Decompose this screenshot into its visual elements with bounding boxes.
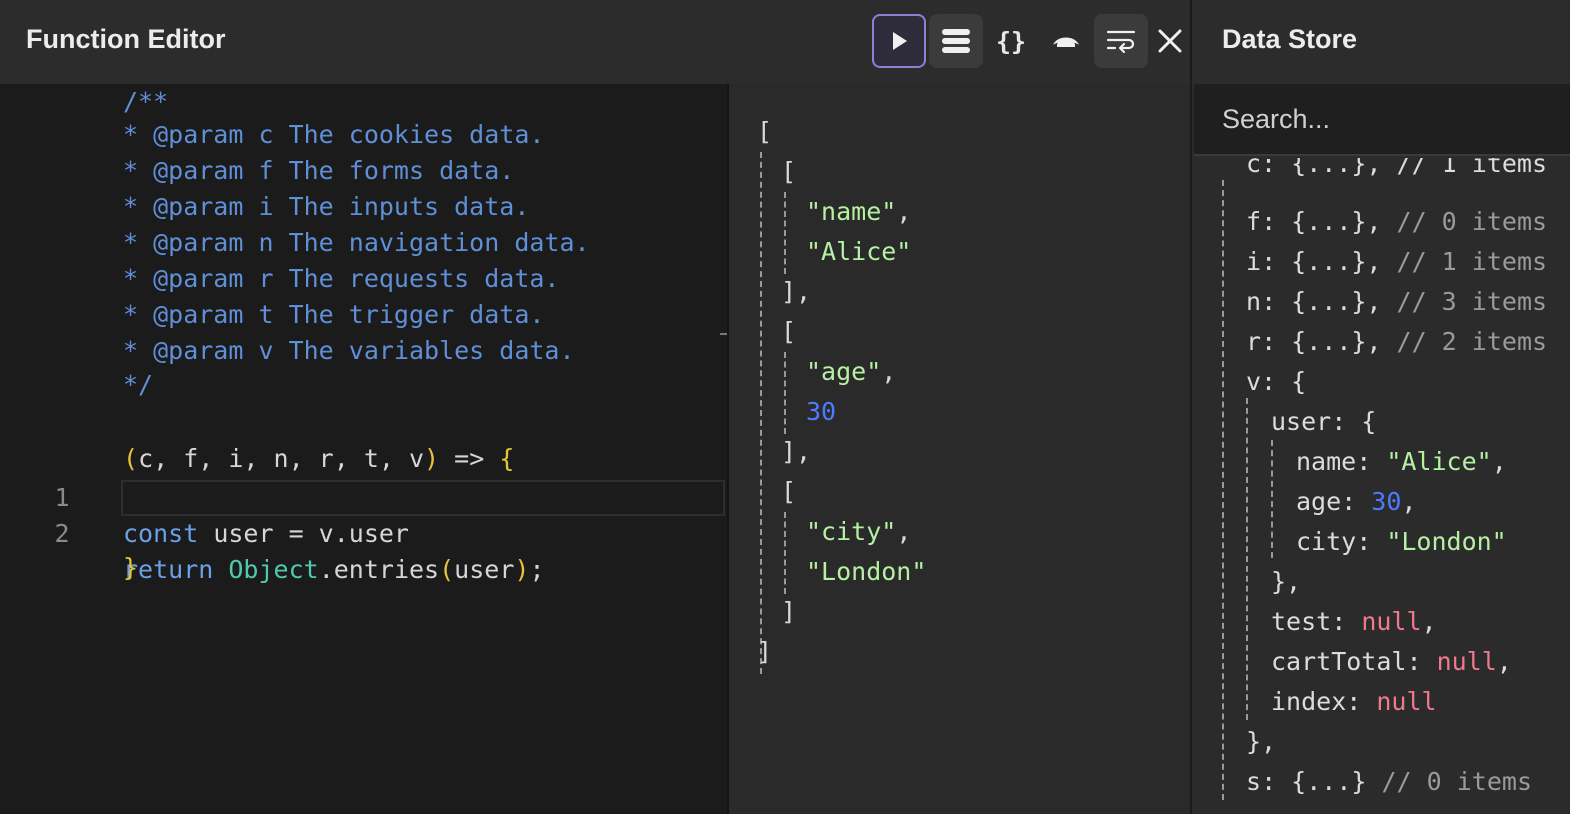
output-open-bracket: [	[757, 117, 773, 146]
entry-close-bracket: ],	[781, 277, 812, 306]
code-line: * @param c The cookies data.	[0, 117, 727, 153]
code-line: */	[0, 367, 727, 403]
list-format-icon	[942, 29, 970, 53]
tree-node-v[interactable]: v: {	[1246, 362, 1306, 402]
code-line-1: 1 const user = v.user	[0, 444, 727, 548]
entry-key: "city",	[806, 517, 912, 546]
semicolon: ;	[529, 555, 545, 584]
entry-value: 30	[806, 397, 837, 426]
user-close-brace: },	[1271, 567, 1302, 596]
doc-comment-line: * @param t The trigger data.	[123, 300, 545, 329]
indent-guide	[784, 192, 786, 274]
editor-header: Function Editor {}	[0, 0, 1190, 84]
indent-guide	[1222, 180, 1224, 800]
code-line: * @param v The variables data.	[0, 333, 727, 369]
close-icon	[1158, 29, 1182, 53]
hide-button[interactable]	[1039, 14, 1093, 68]
indent-guide	[784, 352, 786, 434]
tree-field-test: test: null,	[1271, 607, 1437, 636]
doc-comment-line: * @param c The cookies data.	[123, 120, 545, 149]
open-paren: (	[439, 555, 455, 584]
tree-field-cart-total: cartTotal: null,	[1271, 647, 1512, 676]
tree-node-f[interactable]: f: {...}, // 0 items	[1246, 202, 1547, 242]
entry-open-bracket: [	[781, 477, 797, 506]
code-line: * @param t The trigger data.	[0, 297, 727, 333]
output-close-bracket: ]	[757, 637, 773, 666]
store-header: Data Store	[1192, 0, 1570, 84]
doc-comment-line: /**	[123, 87, 169, 116]
code-line: * @param i The inputs data.	[0, 189, 727, 225]
tree-field-name: name: "Alice",	[1296, 447, 1507, 476]
store-tree: c: {...}, // 1 items f: {...}, // 0 item…	[1192, 158, 1570, 814]
code-line: * @param f The forms data.	[0, 153, 727, 189]
code-line: /**	[0, 84, 727, 120]
function-editor-panel: Function Editor {} /** * @param c The co…	[0, 0, 1190, 814]
doc-comment-line: * @param f The forms data.	[123, 156, 515, 185]
tree-node-n[interactable]: n: {...}, // 3 items	[1246, 282, 1547, 322]
format-json-button[interactable]: {}	[984, 14, 1038, 68]
doc-comment-line: * @param i The inputs data.	[123, 192, 530, 221]
code-editor[interactable]: /** * @param c The cookies data. * @para…	[0, 84, 727, 814]
tree-node-i[interactable]: i: {...}, // 1 items	[1246, 242, 1547, 282]
braces-icon: {}	[995, 26, 1027, 56]
v-close-brace: },	[1246, 727, 1277, 756]
entry-value: "London"	[806, 557, 927, 586]
entry-close-bracket: ]	[781, 597, 797, 626]
indent-guide	[1271, 440, 1273, 558]
indent-guide	[784, 512, 786, 594]
argument-user: user	[454, 555, 515, 584]
function-close-line: }	[0, 514, 727, 582]
tree-node-r[interactable]: r: {...}, // 2 items	[1246, 322, 1547, 362]
close-paren: )	[514, 555, 530, 584]
tree-field-age: age: 30,	[1296, 487, 1417, 516]
code-line: * @param r The requests data.	[0, 261, 727, 297]
resize-handle[interactable]	[720, 333, 727, 335]
entry-open-bracket: [	[781, 317, 797, 346]
function-signature-line: (c, f, i, n, r, t, v) => {	[0, 405, 727, 473]
indent-guide	[1246, 398, 1248, 720]
entry-value: "Alice"	[806, 237, 912, 266]
doc-comment-line: * @param n The navigation data.	[123, 228, 590, 257]
code-line-2: 2 return Object.entries(user);	[0, 480, 727, 584]
store-title: Data Store	[1222, 24, 1358, 54]
tree-node-c[interactable]: c: {...}, // 1 items	[1246, 158, 1547, 184]
indent-guide	[760, 152, 762, 674]
data-store-panel: Data Store c: {...}, // 1 items f: {...}…	[1190, 0, 1570, 814]
store-search-input[interactable]	[1194, 84, 1570, 156]
type-object: Object	[228, 555, 319, 584]
doc-comment-line: * @param v The variables data.	[123, 336, 575, 365]
doc-comment-line: */	[123, 370, 154, 399]
doc-comment-line: * @param r The requests data.	[123, 264, 560, 293]
tree-node-user[interactable]: user: {	[1271, 402, 1376, 442]
tree-node-s[interactable]: s: {...} // 0 items	[1246, 762, 1532, 802]
tree-field-index: index: null	[1271, 687, 1437, 716]
entry-open-bracket: [	[781, 157, 797, 186]
method-entries: .entries	[318, 555, 440, 584]
list-view-button[interactable]	[929, 14, 983, 68]
editor-title: Function Editor	[26, 24, 226, 54]
word-wrap-button[interactable]	[1094, 14, 1148, 68]
close-button[interactable]	[1150, 14, 1190, 68]
eye-off-icon	[1053, 37, 1079, 47]
run-button[interactable]	[872, 14, 926, 68]
code-line: * @param n The navigation data.	[0, 225, 727, 261]
play-icon	[893, 32, 907, 50]
word-wrap-icon	[1106, 30, 1136, 54]
entry-key: "name",	[806, 197, 912, 226]
tree-field-city: city: "London"	[1296, 527, 1507, 556]
output-panel: [ [ "name", "Alice" ], [ "age", 30 ], [ …	[729, 84, 1190, 814]
entry-close-bracket: ],	[781, 437, 812, 466]
close-brace: }	[123, 553, 139, 582]
entry-key: "age",	[806, 357, 897, 386]
